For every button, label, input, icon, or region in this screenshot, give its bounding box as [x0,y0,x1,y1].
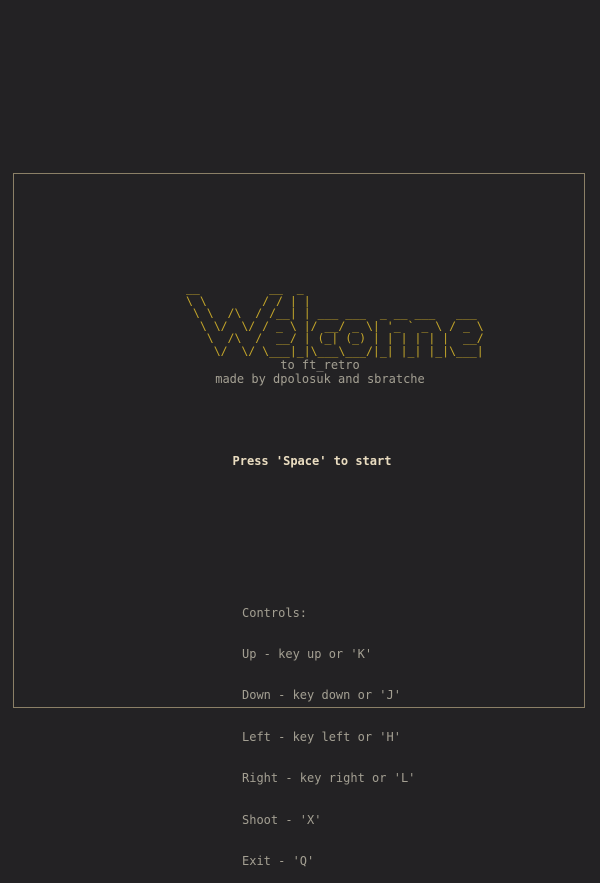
control-left: Left - key left or 'H' [242,729,401,744]
control-right: Right - key right or 'L' [242,771,416,786]
subtitle-to: to ft_retro [280,358,360,372]
controls-panel: Controls: Up - key up or 'K' Down - key … [242,579,415,883]
control-down: Down - key down or 'J' [242,688,401,703]
controls-heading: Controls: [242,605,308,620]
control-shoot: Shoot - 'X' [242,812,322,827]
welcome-banner: __ __ _ \ \ / / | | \ \ /\ / /__| | ___ … [186,281,484,358]
control-exit: Exit - 'Q' [242,853,315,868]
control-up: Up - key up or 'K' [242,646,373,661]
subtitle-authors: made by dpolosuk and sbratche [215,372,425,386]
start-prompt: Press 'Space' to start [232,454,392,468]
